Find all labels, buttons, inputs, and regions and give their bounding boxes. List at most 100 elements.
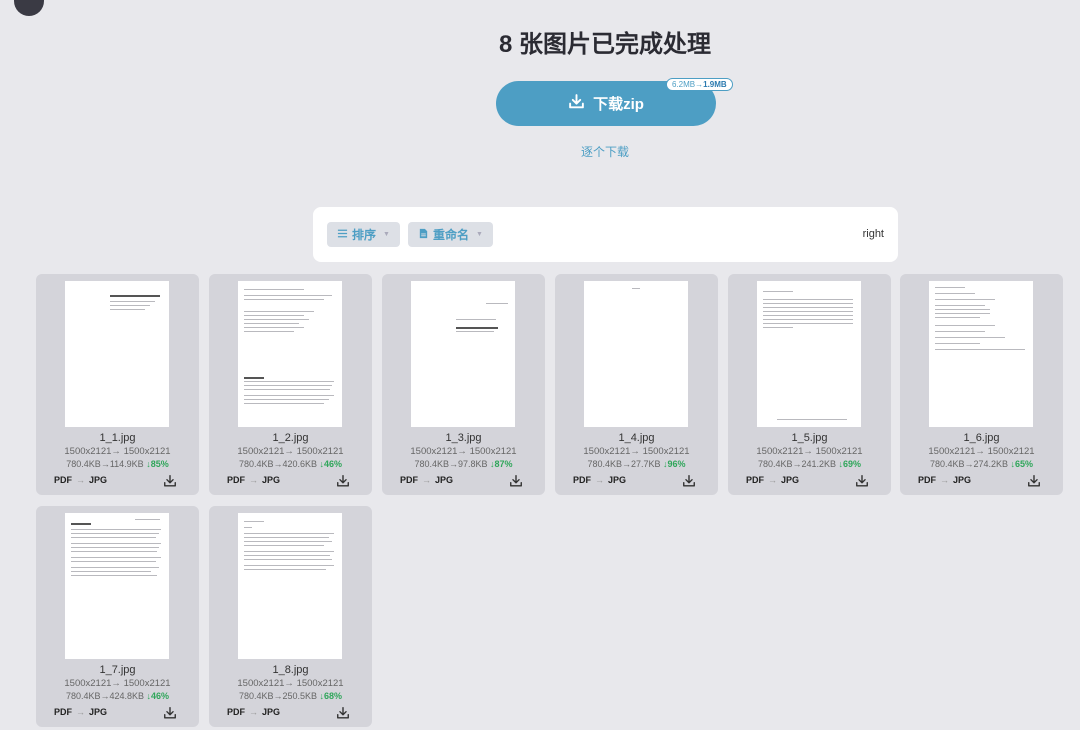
thumbnail-text-line (935, 343, 980, 344)
saving-percent: ↓85% (146, 459, 169, 469)
download-each-link[interactable]: 逐个下载 (0, 143, 1080, 160)
thumbnail-text-line (244, 569, 326, 570)
arrow-right-icon: → (249, 707, 258, 717)
dim-to: 1500x2121 (469, 446, 517, 457)
rename-button[interactable]: 重命名 ▼ (408, 222, 493, 247)
file-thumbnail[interactable] (65, 513, 169, 659)
download-icon[interactable] (163, 706, 177, 720)
file-dimensions: 1500x2121→ 1500x2121 (64, 446, 171, 457)
size-from: 780.4KB (65, 691, 101, 701)
file-sizes: 780.4KB→420.6KB ↓46% (238, 459, 343, 469)
dim-to: 1500x2121 (296, 678, 344, 689)
file-thumbnail[interactable] (238, 281, 342, 427)
size-to: 114.9KB (109, 459, 144, 469)
thumbnail-text-line (71, 547, 159, 548)
thumbnail-text-line (244, 289, 304, 290)
total-size-to: 1.9MB (703, 80, 727, 89)
thumbnail-text-line (71, 567, 159, 568)
download-zip-label: 下载zip (593, 96, 644, 113)
thumbnail-text-line (71, 543, 161, 544)
dim-from: 1500x2121 (237, 678, 285, 689)
format-from: PDF (573, 475, 591, 485)
download-icon[interactable] (336, 474, 350, 488)
thumbnail-text-line (71, 537, 156, 538)
file-name: 1_7.jpg (99, 664, 136, 676)
file-card: 1_2.jpg 1500x2121→ 1500x2121 780.4KB→420… (209, 274, 372, 495)
download-icon[interactable] (336, 706, 350, 720)
size-to: 424.8KB (109, 691, 145, 701)
thumbnail-text-line (763, 327, 793, 328)
format-conversion: PDF → JPG (400, 475, 453, 485)
thumbnail-text-line (763, 323, 853, 324)
thumbnail-text-line (456, 331, 494, 332)
file-thumbnail[interactable] (757, 281, 861, 427)
dim-from: 1500x2121 (64, 678, 112, 689)
list-icon (337, 228, 348, 242)
download-icon[interactable] (1027, 474, 1041, 488)
file-dimensions: 1500x2121→ 1500x2121 (583, 446, 690, 457)
thumbnail-text-line (71, 533, 159, 534)
thumbnail-text-line (244, 551, 334, 552)
saving-value: 87% (494, 459, 513, 469)
thumbnail-text-line (763, 291, 793, 292)
size-from: 780.4KB (757, 459, 793, 469)
download-icon[interactable] (163, 474, 177, 488)
file-sizes: 780.4KB→424.8KB ↓46% (65, 691, 170, 701)
dim-to: 1500x2121 (123, 446, 171, 457)
download-icon[interactable] (682, 474, 696, 488)
format-from: PDF (400, 475, 418, 485)
thumbnail-text-line (763, 307, 853, 308)
chevron-down-icon: ▼ (383, 231, 390, 238)
format-from: PDF (227, 475, 245, 485)
thumbnail-text-line (244, 295, 332, 296)
thumbnail-text-line (935, 305, 985, 306)
download-icon[interactable] (509, 474, 523, 488)
dim-to: 1500x2121 (987, 446, 1035, 457)
file-sizes: 780.4KB→241.2KB ↓69% (757, 459, 862, 469)
file-thumbnail[interactable] (929, 281, 1033, 427)
thumbnail-text-line (110, 301, 155, 302)
download-icon[interactable] (855, 474, 869, 488)
size-from: 780.4KB (587, 459, 622, 469)
format-conversion: PDF → JPG (54, 475, 107, 485)
file-icon (418, 228, 429, 242)
saving-percent: ↓87% (490, 459, 513, 469)
file-thumbnail[interactable] (238, 513, 342, 659)
arrow-right-icon: → (768, 475, 777, 485)
file-thumbnail[interactable] (65, 281, 169, 427)
size-from: 780.4KB (66, 459, 101, 469)
format-to: JPG (89, 475, 108, 485)
rename-label: 重命名 (433, 228, 470, 242)
thumbnail-text-line (110, 309, 145, 310)
thumbnail-text-line (244, 399, 329, 400)
file-sizes: 780.4KB→114.9KB ↓85% (66, 459, 169, 469)
dim-from: 1500x2121 (410, 446, 458, 457)
saving-value: 46% (151, 691, 170, 701)
thumbnail-text-line (110, 295, 160, 297)
format-from: PDF (227, 707, 245, 717)
thumbnail-text-line (244, 403, 324, 404)
file-dimensions: 1500x2121→ 1500x2121 (237, 678, 344, 689)
format-conversion: PDF → JPG (746, 475, 799, 485)
format-from: PDF (918, 475, 936, 485)
thumbnail-text-line (935, 287, 965, 288)
file-thumbnail[interactable] (411, 281, 515, 427)
thumbnail-text-line (71, 575, 157, 576)
size-from: 780.4KB (238, 459, 274, 469)
file-thumbnail[interactable] (584, 281, 688, 427)
thumbnail-text-line (71, 529, 161, 530)
toolbar-right-text: right (862, 228, 884, 240)
sort-label: 排序 (352, 228, 377, 242)
thumbnail-text-line (244, 565, 334, 566)
file-dimensions: 1500x2121→ 1500x2121 (928, 446, 1035, 457)
format-to: JPG (608, 475, 627, 485)
dim-to: 1500x2121 (296, 446, 344, 457)
sort-button[interactable]: 排序 ▼ (327, 222, 400, 247)
size-to: 97.8KB (457, 459, 488, 469)
size-from: 780.4KB (929, 459, 965, 469)
file-name: 1_3.jpg (445, 432, 482, 444)
menu-button[interactable] (14, 0, 44, 16)
size-to: 420.6KB (282, 459, 318, 469)
thumbnail-text-line (244, 377, 264, 379)
saving-percent: ↓68% (319, 691, 343, 701)
